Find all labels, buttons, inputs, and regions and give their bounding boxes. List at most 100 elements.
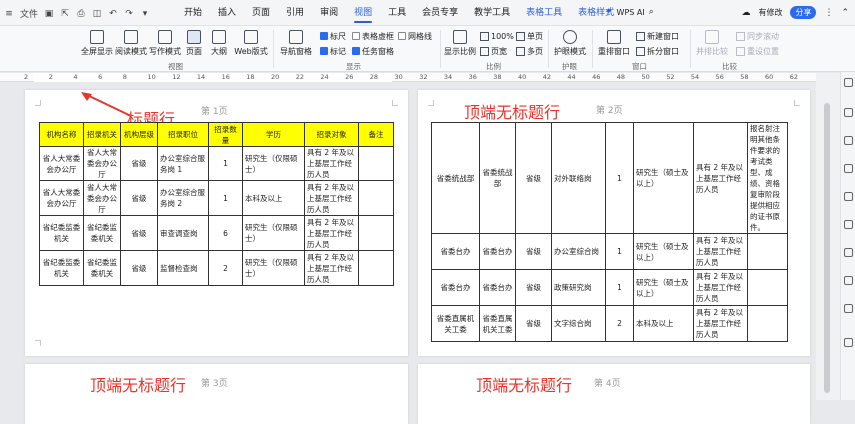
table-cell[interactable]: 省人大常委会办公厅: [39, 180, 84, 216]
more-tools-icon[interactable]: [844, 338, 853, 347]
table-cell[interactable]: 省级: [515, 305, 552, 342]
table-cell[interactable]: 省级: [120, 180, 158, 216]
table-cell[interactable]: 办公室综合岗: [551, 233, 606, 270]
table-cell[interactable]: 6: [208, 215, 243, 251]
table-cell[interactable]: 省级: [120, 146, 158, 181]
share-icon[interactable]: [844, 220, 853, 229]
table-cell[interactable]: 省纪委监委机关: [39, 215, 84, 251]
preview-icon[interactable]: ◫: [92, 9, 102, 19]
table-cell[interactable]: 1: [605, 269, 634, 306]
table-cell[interactable]: 1: [605, 233, 634, 270]
tab-reference[interactable]: 引用: [278, 0, 312, 26]
table-cell[interactable]: 省人大常委会办公厅: [83, 180, 121, 216]
table-cell[interactable]: 办公室综合服务岗 2: [157, 180, 209, 216]
header-cell[interactable]: 招录数量: [208, 122, 243, 147]
table-cell[interactable]: 对外联络岗: [551, 122, 606, 234]
table-cell[interactable]: 省委台办: [431, 233, 480, 270]
markup-toggle[interactable]: 标记: [320, 45, 346, 57]
web-layout-button[interactable]: Web版式: [232, 28, 270, 57]
table-cell[interactable]: 2: [605, 305, 634, 342]
translate-icon[interactable]: [844, 276, 853, 285]
fullscreen-button[interactable]: 全屏显示: [80, 28, 114, 57]
tab-home[interactable]: 开始: [176, 0, 210, 26]
header-cell[interactable]: 备注: [358, 122, 394, 147]
table-cell[interactable]: 文字综合岗: [551, 305, 606, 342]
file-menu[interactable]: 文件: [20, 7, 38, 20]
table-cell[interactable]: 1: [208, 146, 243, 181]
eye-mode-button[interactable]: 护眼模式: [552, 28, 588, 57]
tab-tools[interactable]: 工具: [380, 0, 414, 26]
print-icon[interactable]: ⎙: [76, 9, 86, 19]
export-icon[interactable]: ⇱: [60, 9, 70, 19]
more-icon[interactable]: ▾: [140, 9, 150, 19]
zoom-100-button[interactable]: 100%: [480, 30, 514, 42]
pointer-icon[interactable]: [844, 78, 853, 87]
header-cell[interactable]: 学历: [242, 122, 305, 147]
table-cell[interactable]: 办公室综合服务岗 1: [157, 146, 209, 181]
table-cell[interactable]: 省委台办: [431, 269, 480, 306]
table-cell[interactable]: 省委直属机关工委: [431, 305, 480, 342]
review-icon[interactable]: [844, 164, 853, 173]
table-cell[interactable]: 研究生（硕士及以上）: [633, 122, 694, 234]
ruler-toggle[interactable]: 标尺: [320, 30, 346, 42]
table-cell[interactable]: 1: [208, 180, 243, 216]
table-cell[interactable]: 具有 2 年及以上基层工作经历人员: [304, 146, 359, 181]
table-cell[interactable]: 省级: [515, 122, 552, 234]
table-cell[interactable]: [358, 250, 394, 286]
data-table[interactable]: 机构名称 招录机关 机构层级 招录职位 招录数量 学历 招录对象 备注 省人大常委会办公厅 省人大…: [39, 122, 394, 286]
table-cell[interactable]: 研究生（仅限硕士）: [242, 215, 305, 251]
sync-scroll-button[interactable]: 同步滚动: [736, 30, 779, 42]
page-width-button[interactable]: 页宽: [480, 45, 507, 57]
table-cell[interactable]: 具有 2 年及以上基层工作经历人员: [693, 269, 748, 306]
table-cell[interactable]: 省委统战部: [479, 122, 516, 234]
table-cell[interactable]: 具有 2 年及以上基层工作经历人员: [693, 305, 748, 342]
header-cell[interactable]: 招录机关: [83, 122, 121, 147]
nav-pane-button[interactable]: 导航窗格: [276, 28, 316, 57]
edit-status[interactable]: 有修改: [758, 7, 782, 18]
table-cell[interactable]: 具有 2 年及以上基层工作经历人员: [693, 233, 748, 270]
table-cell[interactable]: [358, 215, 394, 251]
style-icon[interactable]: [844, 108, 853, 117]
page-2[interactable]: 顶端无标题行 第 2页 省委统战部 省委统战部 省级 对外联络岗 1 研究生（硕士及以上）…: [418, 90, 810, 356]
scroll-thumb[interactable]: [824, 103, 830, 393]
table-cell[interactable]: 具有 2 年及以上基层工作经历人员: [304, 215, 359, 251]
page-3[interactable]: 顶端无标题行 第 3页: [25, 364, 408, 424]
table-cell[interactable]: 省人大常委会办公厅: [83, 146, 121, 181]
data-table[interactable]: 省委统战部 省委统战部 省级 对外联络岗 1 研究生（硕士及以上） 具有 2 年及以上基层工…: [431, 122, 788, 342]
table-cell[interactable]: 省人大常委会办公厅: [39, 146, 84, 181]
tab-insert[interactable]: 插入: [210, 0, 244, 26]
settings-icon[interactable]: [844, 192, 853, 201]
tab-member[interactable]: 会员专享: [414, 0, 466, 26]
table-gridlines-toggle[interactable]: 表格虚框: [352, 30, 394, 42]
search-icon[interactable]: ⌕: [649, 7, 654, 17]
table-cell[interactable]: 2: [208, 250, 243, 286]
table-cell[interactable]: 报名射注明其他条件要求的考试类型、成绩、资格复审阶段提供相应的证书原件。: [747, 122, 788, 234]
side-by-side-button[interactable]: 并排比较: [692, 28, 732, 57]
table-cell[interactable]: [747, 269, 788, 306]
zoom-button[interactable]: 显示比例: [443, 28, 477, 57]
table-cell[interactable]: [358, 146, 394, 181]
undo-icon[interactable]: ↶: [108, 9, 118, 19]
table-cell[interactable]: 研究生（硕士及以上）: [633, 233, 694, 270]
tab-view[interactable]: 视图: [346, 0, 380, 26]
table-cell[interactable]: 本科及以上: [633, 305, 694, 342]
table-cell[interactable]: 1: [605, 122, 634, 234]
multi-page-button[interactable]: 多页: [516, 45, 543, 57]
table-cell[interactable]: 省级: [120, 250, 158, 286]
table-cell[interactable]: 省委台办: [479, 233, 516, 270]
writing-mode-button[interactable]: 写作模式: [148, 28, 182, 57]
table-cell[interactable]: 省委台办: [479, 269, 516, 306]
header-cell[interactable]: 机构名称: [39, 122, 84, 147]
document-canvas[interactable]: 标题行 第 1页 机构名称 招录机关 机构层级 招录职位 招录数量 学历 招录对象 备注 省人大…: [0, 82, 816, 424]
more-options-icon[interactable]: ⋮: [824, 8, 833, 18]
table-cell[interactable]: 省纪委监委机关: [83, 215, 121, 251]
menu-icon[interactable]: ≡: [4, 9, 14, 19]
page-1[interactable]: 标题行 第 1页 机构名称 招录机关 机构层级 招录职位 招录数量 学历 招录对象 备注 省人大…: [25, 90, 408, 356]
image-icon[interactable]: [844, 304, 853, 313]
table-cell[interactable]: 省级: [120, 215, 158, 251]
table-cell[interactable]: 省级: [515, 233, 552, 270]
new-window-button[interactable]: 新建窗口: [636, 30, 679, 42]
table-cell[interactable]: 省纪委监委机关: [83, 250, 121, 286]
vertical-scrollbar[interactable]: [816, 73, 840, 400]
table-cell[interactable]: 审查调查岗: [157, 215, 209, 251]
